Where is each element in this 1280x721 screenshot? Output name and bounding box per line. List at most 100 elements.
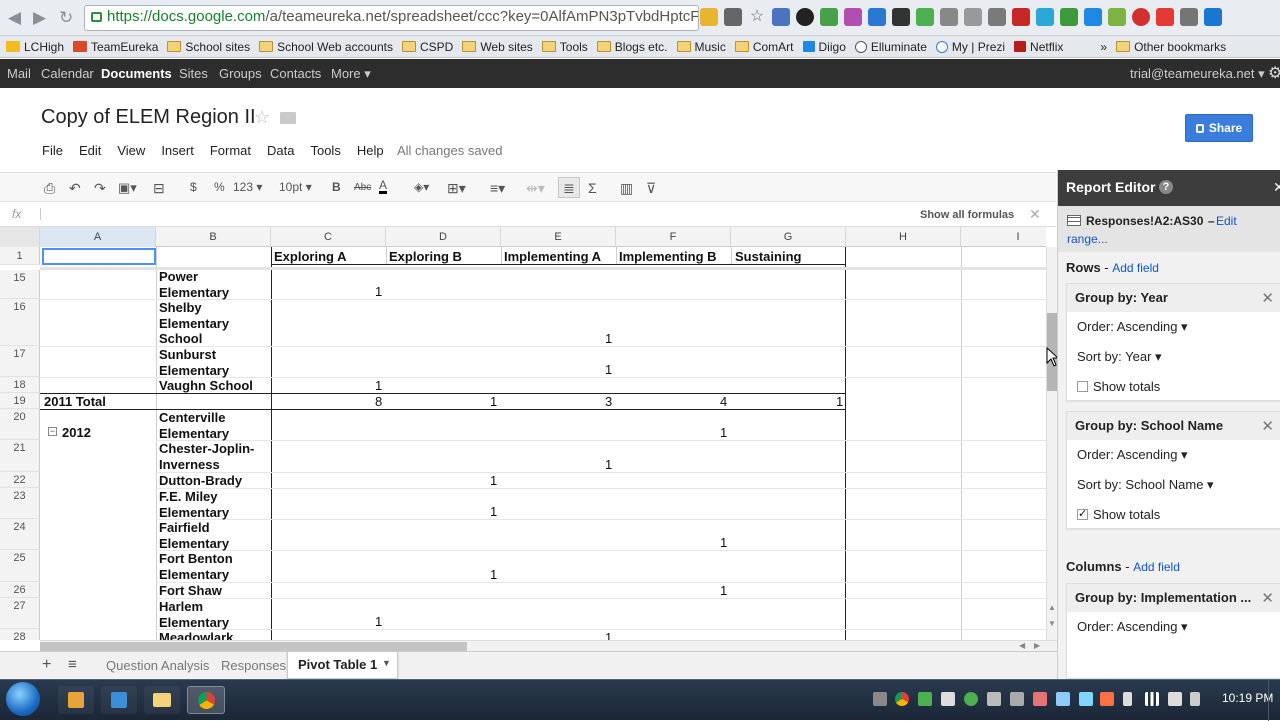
gbar-documents[interactable]: Documents <box>101 66 172 81</box>
extension-icon[interactable] <box>796 8 814 26</box>
bookmark-item[interactable]: Netflix <box>1014 40 1063 54</box>
doc-title[interactable]: Copy of ELEM Region II <box>41 106 256 129</box>
taskbar-app-explorer[interactable] <box>144 686 180 714</box>
star-icon[interactable]: ☆ <box>254 107 270 128</box>
taskbar-app-photos[interactable] <box>101 686 137 714</box>
row-header[interactable]: 24 <box>0 519 40 550</box>
address-field[interactable]: https://docs.google.com/a/teameureka.net… <box>84 5 699 31</box>
close-icon[interactable]: ✕ <box>1273 179 1280 196</box>
bookmark-folder[interactable]: School sites <box>167 40 250 54</box>
redo-icon[interactable]: ↷ <box>94 180 106 197</box>
tray-flag-icon[interactable] <box>1190 692 1200 706</box>
row-header[interactable]: 1 <box>0 247 40 265</box>
tray-network-icon[interactable] <box>1056 692 1070 706</box>
tray-alert-icon[interactable] <box>1100 692 1114 706</box>
menu-view[interactable]: View <box>117 143 145 158</box>
row-header[interactable]: 22 <box>0 472 40 488</box>
tray-battery-icon[interactable] <box>1123 692 1132 706</box>
undo-icon[interactable]: ↶ <box>69 180 81 197</box>
back-icon[interactable]: ◀ <box>8 8 21 28</box>
start-button[interactable] <box>6 682 40 716</box>
column-header-a[interactable]: A <box>40 227 156 247</box>
star-icon[interactable]: ☆ <box>748 8 766 26</box>
extension-icon[interactable] <box>1060 8 1078 26</box>
sort-select[interactable]: Sort by: School Name ▾ <box>1067 470 1280 500</box>
bookmark-folder[interactable]: School Web accounts <box>259 40 393 54</box>
row-header[interactable]: 25 <box>0 550 40 582</box>
bookmark-folder[interactable]: CSPD <box>401 40 453 54</box>
tray-box-icon[interactable] <box>941 692 955 706</box>
add-row-field-link[interactable]: Add field <box>1112 261 1159 275</box>
bookmark-folder[interactable]: Tools <box>541 40 588 54</box>
tray-green-icon[interactable] <box>964 692 978 706</box>
add-sheet-icon[interactable]: + <box>42 656 51 674</box>
tray-monitor-icon[interactable] <box>987 692 1001 706</box>
sort-select[interactable]: Sort by: Year ▾ <box>1067 342 1280 372</box>
column-header-h[interactable]: H <box>846 227 961 247</box>
row-header[interactable]: 19 <box>0 393 40 409</box>
extension-icon[interactable] <box>772 8 790 26</box>
edit-range-link[interactable]: Edit <box>1216 214 1237 228</box>
menu-edit[interactable]: Edit <box>79 143 101 158</box>
select-all-corner[interactable] <box>0 227 40 247</box>
extension-icon[interactable] <box>964 8 982 26</box>
paste-icon[interactable]: ▣▾ <box>118 180 137 196</box>
row-header[interactable]: 18 <box>0 377 40 393</box>
row-header[interactable]: 27 <box>0 598 40 629</box>
fill-color-icon[interactable]: ◈▾ <box>414 180 429 194</box>
menu-data[interactable]: Data <box>267 143 294 158</box>
tray-red-icon[interactable] <box>1033 692 1047 706</box>
menu-file[interactable]: File <box>42 143 63 158</box>
extension-icon[interactable] <box>940 8 958 26</box>
tray-signal-icon[interactable] <box>1145 692 1159 706</box>
bookmark-item[interactable]: My | Prezi <box>935 40 1005 54</box>
close-icon[interactable]: ✕ <box>1261 289 1274 307</box>
menu-insert[interactable]: Insert <box>161 143 194 158</box>
taskbar-app-chrome[interactable] <box>187 686 225 714</box>
gbar-contacts[interactable]: Contacts <box>270 66 321 81</box>
formula-bar[interactable]: fx Show all formulas ✕ <box>0 203 1056 227</box>
sheet-tab-active[interactable]: Pivot Table 1 ▼ <box>287 652 398 679</box>
bookmark-item[interactable]: Diigo <box>802 40 846 54</box>
row-header[interactable]: 17 <box>0 346 40 377</box>
horizontal-scrollbar[interactable]: ◀ ▶ <box>40 640 1057 651</box>
gbar-mail[interactable]: Mail <box>7 66 31 81</box>
gbar-calendar[interactable]: Calendar <box>41 66 94 81</box>
extension-icon[interactable] <box>988 8 1006 26</box>
close-icon[interactable]: ✕ <box>1261 589 1274 607</box>
selected-cell[interactable] <box>42 248 156 265</box>
gbar-groups[interactable]: Groups <box>219 66 262 81</box>
paint-format-icon[interactable]: ⊟ <box>153 180 165 197</box>
tray-chrome-icon[interactable] <box>895 692 909 706</box>
column-header-f[interactable]: F <box>616 227 731 247</box>
row-header[interactable]: 23 <box>0 488 40 519</box>
bookmark-item[interactable]: TeamEureka <box>73 40 158 54</box>
sheet-menu-chevron-icon[interactable]: ▼ <box>382 658 391 668</box>
extension-icon[interactable] <box>1156 8 1174 26</box>
wrap-text-icon[interactable]: ≣ <box>558 177 580 198</box>
show-totals-row[interactable]: Show totals <box>1067 372 1280 402</box>
bookmark-folder[interactable]: Web sites <box>462 40 533 54</box>
row-header[interactable]: 21 <box>0 440 40 472</box>
extension-icon[interactable] <box>1204 8 1222 26</box>
taskbar-app-media[interactable] <box>58 686 94 714</box>
order-select[interactable]: Order: Ascending ▾ <box>1067 312 1280 342</box>
bookmark-folder-other[interactable]: Other bookmarks <box>1116 40 1226 54</box>
extension-icon[interactable] <box>1108 8 1126 26</box>
menu-format[interactable]: Format <box>210 143 251 158</box>
functions-button[interactable]: Σ <box>588 180 597 196</box>
sheet-tab[interactable]: Question Analysis <box>106 658 209 673</box>
bookmark-folder[interactable]: Blogs etc. <box>596 40 668 54</box>
extension-icon[interactable] <box>892 8 910 26</box>
extension-icon[interactable] <box>1084 8 1102 26</box>
row-header[interactable]: 20 <box>0 409 40 440</box>
forward-icon[interactable]: ▶ <box>33 8 46 28</box>
tray-device-icon[interactable] <box>1010 692 1024 706</box>
menu-help[interactable]: Help <box>357 143 384 158</box>
vertical-scrollbar[interactable]: ▲ ▼ <box>1046 247 1057 640</box>
edit-range-link-cont[interactable]: range... <box>1067 232 1108 246</box>
font-size-select[interactable]: 10pt ▾ <box>279 180 312 194</box>
align-icon[interactable]: ≡▾ <box>490 180 505 197</box>
filter-icon[interactable]: ⊽ <box>646 180 656 197</box>
tray-dropbox-icon[interactable] <box>1079 692 1093 706</box>
